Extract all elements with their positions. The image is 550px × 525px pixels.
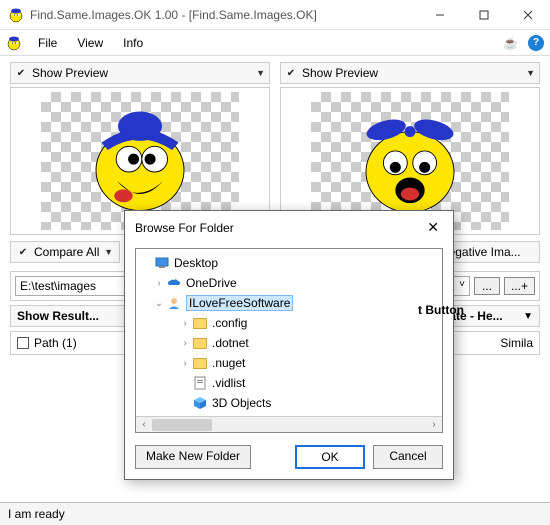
file-icon	[192, 376, 208, 390]
expand-icon[interactable]: ›	[178, 338, 192, 349]
cancel-button[interactable]: Cancel	[373, 445, 443, 469]
tree-item-config[interactable]: › .config	[138, 313, 440, 333]
folder-icon	[192, 356, 208, 370]
folder-icon	[192, 316, 208, 330]
scroll-left-icon[interactable]: ‹	[136, 419, 152, 430]
tree-item-user[interactable]: ⌄ ILoveFreeSoftware	[138, 293, 440, 313]
expand-icon[interactable]: ›	[152, 278, 166, 289]
tree-item-desktop[interactable]: Desktop	[138, 253, 440, 273]
tree-item-dotnet[interactable]: › .dotnet	[138, 333, 440, 353]
make-new-folder-button[interactable]: Make New Folder	[135, 445, 251, 469]
cube-icon	[192, 396, 208, 410]
folder-icon	[192, 336, 208, 350]
cloud-icon	[166, 276, 182, 290]
expand-icon[interactable]: ›	[178, 358, 192, 369]
tree-item-vidlist[interactable]: .vidlist	[138, 373, 440, 393]
tree-item-3d-objects[interactable]: 3D Objects	[138, 393, 440, 413]
start-button-fragment: t Button	[418, 303, 464, 317]
user-icon	[166, 296, 182, 310]
scroll-thumb[interactable]	[152, 419, 212, 431]
tree-item-nuget[interactable]: › .nuget	[138, 353, 440, 373]
scroll-right-icon[interactable]: ›	[426, 419, 442, 430]
ok-button[interactable]: OK	[295, 445, 365, 469]
tree-item-onedrive[interactable]: › OneDrive	[138, 273, 440, 293]
browse-folder-dialog: Browse For Folder ✕ Desktop › OneDrive ⌄	[124, 210, 454, 480]
desktop-icon	[154, 256, 170, 270]
dialog-close-button[interactable]: ✕	[423, 219, 443, 236]
folder-tree[interactable]: Desktop › OneDrive ⌄ ILoveFreeSoftware ›…	[135, 248, 443, 433]
expand-icon[interactable]: ›	[178, 318, 192, 329]
collapse-icon[interactable]: ⌄	[152, 298, 166, 309]
dialog-title: Browse For Folder	[135, 221, 234, 235]
horizontal-scrollbar[interactable]: ‹ ›	[136, 416, 442, 432]
